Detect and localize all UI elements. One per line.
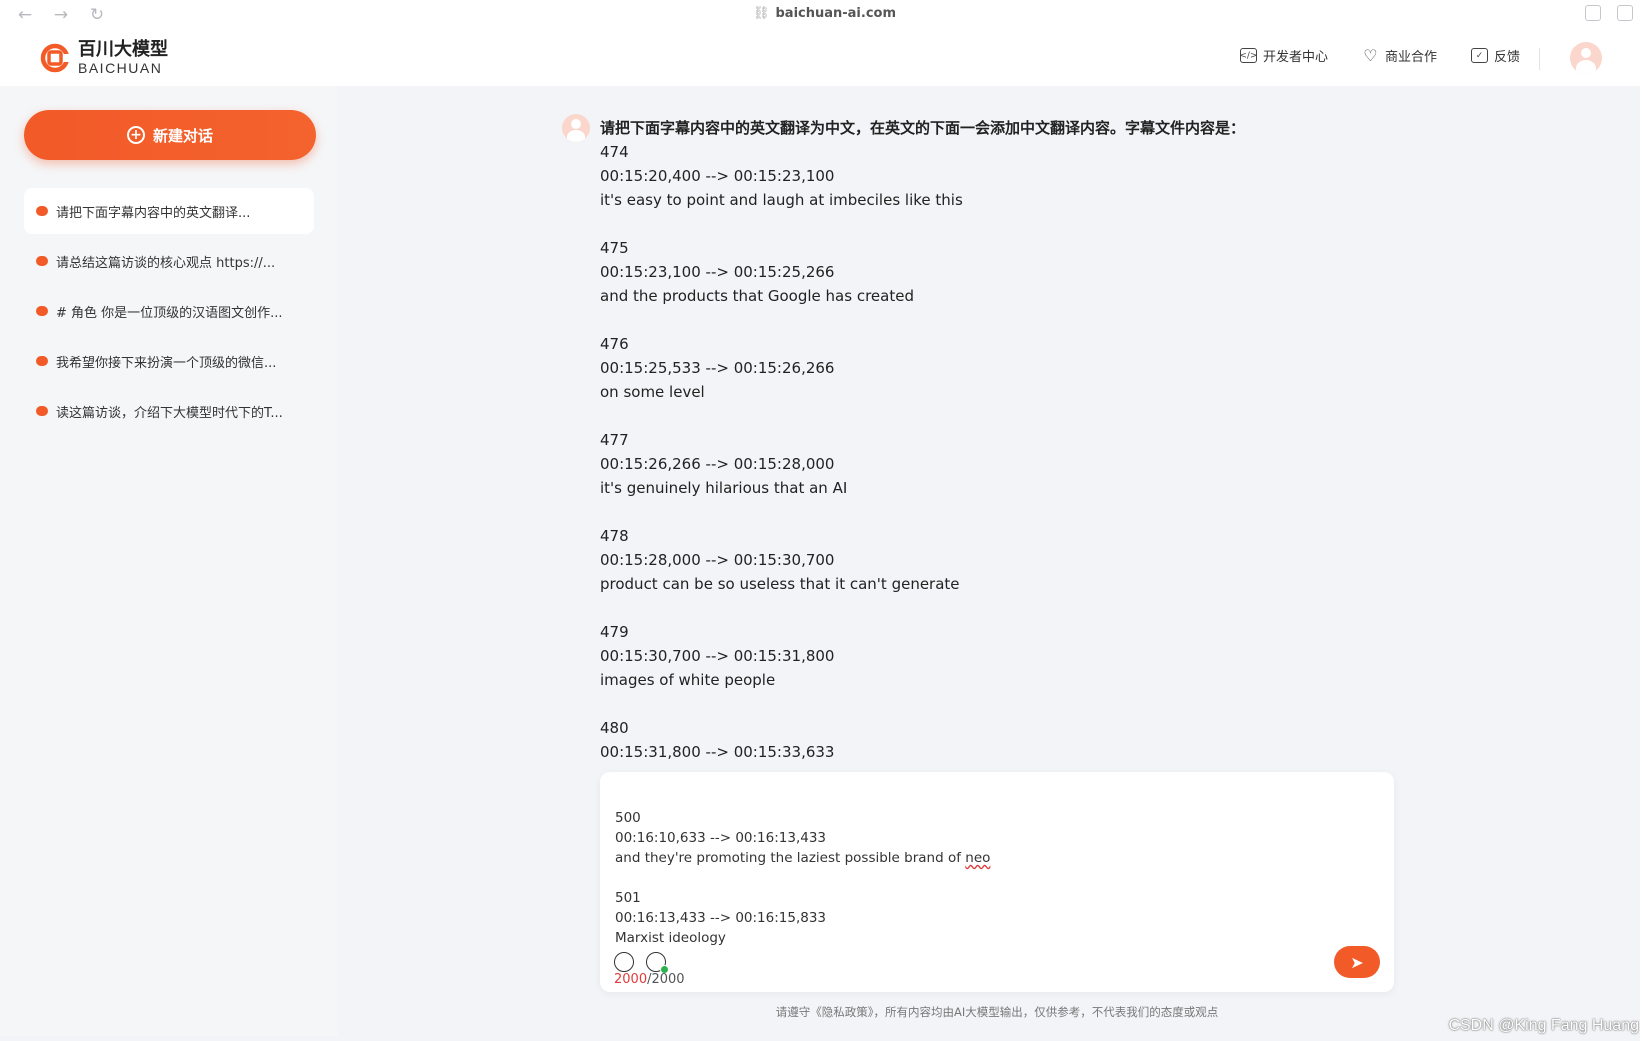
chat-bubble-icon [36, 300, 48, 316]
input-line-text: and they're promoting the laziest possib… [615, 850, 966, 866]
new-chat-button[interactable]: + 新建对话 [24, 110, 316, 160]
chat-history-list: 请把下面字幕内容中的英文翻译... 请总结这篇访谈的核心观点 https://.… [24, 188, 314, 438]
message-line: 00:15:31,800 --> 00:15:33,633 [600, 743, 835, 761]
chat-history-title: 请把下面字幕内容中的英文翻译... [56, 205, 251, 221]
message-line-gap [600, 596, 1360, 620]
message-line: it's easy to point and laugh at imbecile… [600, 191, 963, 209]
message-line: 00:15:25,533 --> 00:15:26,266 [600, 359, 835, 377]
developer-center-link[interactable]: </> 开发者中心 [1239, 46, 1328, 65]
chat-history-title: 我希望你接下来扮演一个顶级的微信... [56, 355, 277, 371]
input-line: 500 [615, 810, 641, 826]
developer-center-label: 开发者中心 [1262, 50, 1328, 65]
window-edge [1640, 0, 1649, 1041]
message-line: 00:15:28,000 --> 00:15:30,700 [600, 551, 835, 569]
business-cooperation-label: 商业合作 [1384, 50, 1437, 65]
user-avatar[interactable] [1570, 42, 1602, 74]
link-icon: ⛓ [752, 6, 770, 21]
char-counter: 2000/2000 [614, 972, 685, 987]
message-line-gap [600, 404, 1360, 428]
logo-text: 百川大模型 BAICHUAN [78, 39, 168, 77]
message-line: it's genuinely hilarious that an AI [600, 479, 848, 497]
chat-input-box[interactable]: 500 00:16:10,633 --> 00:16:13,433 and th… [600, 772, 1394, 992]
feedback-label: 反馈 [1493, 50, 1520, 65]
chat-bubble-icon [36, 400, 48, 416]
upload-icon[interactable] [614, 952, 634, 972]
heart-icon: ♡ [1363, 46, 1378, 65]
chat-history-item[interactable]: 读这篇访谈，介绍下大模型时代下的T... [24, 388, 314, 434]
input-line: 00:16:10,633 --> 00:16:13,433 [615, 830, 827, 846]
corner-watermark: CSDN @King Fang Huang [1448, 1017, 1639, 1034]
web-search-icon[interactable] [646, 952, 669, 974]
message-line: 00:15:26,266 --> 00:15:28,000 [600, 455, 835, 473]
send-button[interactable]: ➤ [1334, 946, 1380, 978]
message-line-gap [600, 692, 1360, 716]
input-line: Marxist ideology [615, 930, 726, 946]
input-line: 00:16:13,433 --> 00:16:15,833 [615, 910, 827, 926]
new-chat-label: 新建对话 [152, 126, 213, 145]
address-bar[interactable]: ⛓ baichuan-ai.com [0, 6, 1649, 21]
message-line: 00:15:30,700 --> 00:15:31,800 [600, 647, 835, 665]
business-cooperation-link[interactable]: ♡ 商业合作 [1362, 46, 1437, 65]
message-line: product can be so useless that it can't … [600, 575, 960, 593]
message-line: images of white people [600, 671, 776, 689]
logo-en: BAICHUAN [78, 60, 163, 76]
message-line-gap [600, 500, 1360, 524]
message-prompt: 请把下面字幕内容中的英文翻译为中文，在英文的下面一会添加中文翻译内容。字幕文件内… [600, 119, 1246, 137]
browser-right-controls [1585, 5, 1633, 21]
message-line: 478 [600, 527, 629, 545]
message-line-gap [600, 308, 1360, 332]
message-user-avatar [562, 114, 590, 142]
message-line-gap [600, 212, 1360, 236]
baichuan-logo-icon [40, 43, 71, 73]
chat-history-title: 读这篇访谈，介绍下大模型时代下的T... [56, 405, 283, 421]
footer-disclaimer: 请遵守《隐私政策》，所有内容均由AI大模型输出，仅供参考，不代表我们的态度或观点 [775, 1005, 1219, 1019]
sidebar: + 新建对话 请把下面字幕内容中的英文翻译... 请总结这篇访谈的核心观点 ht… [0, 86, 338, 1036]
chat-bubble-icon [36, 250, 48, 266]
mail-icon: ✓ [1470, 48, 1488, 63]
message-line: 00:15:20,400 --> 00:15:23,100 [600, 167, 835, 185]
char-count: 2000 [614, 972, 648, 987]
conversation-panel: 请把下面字幕内容中的英文翻译为中文，在英文的下面一会添加中文翻译内容。字幕文件内… [338, 86, 1640, 1036]
chat-history-item[interactable]: 我希望你接下来扮演一个顶级的微信... [24, 338, 314, 384]
chat-history-title: # 角色 你是一位顶级的汉语图文创作... [56, 305, 283, 321]
user-message: 请把下面字幕内容中的英文翻译为中文，在英文的下面一会添加中文翻译内容。字幕文件内… [600, 116, 1360, 764]
chat-bubble-icon [36, 200, 48, 216]
message-subtitle-lines: 474 00:15:20,400 --> 00:15:23,100 it's eas… [600, 140, 1360, 764]
input-line: 501 [615, 890, 641, 906]
message-line: 474 [600, 143, 629, 161]
input-line-gap [615, 868, 990, 888]
message-line: 476 [600, 335, 629, 353]
send-icon: ➤ [1350, 952, 1364, 972]
feedback-link[interactable]: ✓ 反馈 [1470, 46, 1520, 65]
input-tools [614, 952, 669, 974]
chat-history-item[interactable]: 请把下面字幕内容中的英文翻译... [24, 188, 314, 234]
misspelled-word: neo [965, 850, 991, 866]
browser-toolbar: ← → ↻ ⛓ baichuan-ai.com [0, 0, 1649, 30]
logo-cn: 百川大模型 [78, 39, 168, 60]
message-line: 479 [600, 623, 629, 641]
input-line: and they're promoting the laziest possib… [615, 848, 990, 868]
app-header: 百川大模型 BAICHUAN </> 开发者中心 ♡ 商业合作 ✓ 反馈 [0, 30, 1640, 86]
chat-bubble-icon [36, 350, 48, 366]
message-line: 477 [600, 431, 629, 449]
code-icon: </> [1239, 48, 1258, 63]
message-line: and the products that Google has created [600, 287, 914, 305]
message-line: 475 [600, 239, 629, 257]
header-divider [1539, 48, 1540, 70]
split-view-icon[interactable] [1617, 5, 1633, 21]
message-line: 00:15:23,100 --> 00:15:25,266 [600, 263, 835, 281]
chat-input-text[interactable]: 500 00:16:10,633 --> 00:16:13,433 and th… [615, 808, 990, 948]
chat-history-item[interactable]: 请总结这篇访谈的核心观点 https://... [24, 238, 314, 284]
chat-history-title: 请总结这篇访谈的核心观点 https://... [56, 255, 276, 271]
plus-circle-icon: + [126, 126, 145, 144]
message-line: 480 [600, 719, 629, 737]
logo[interactable]: 百川大模型 BAICHUAN [38, 40, 168, 76]
header-links: </> 开发者中心 ♡ 商业合作 ✓ 反馈 [1239, 46, 1520, 65]
chat-history-item[interactable]: # 角色 你是一位顶级的汉语图文创作... [24, 288, 314, 334]
reader-icon[interactable] [1585, 5, 1601, 21]
message-line: on some level [600, 383, 705, 401]
char-limit: /2000 [647, 972, 685, 987]
url-text: baichuan-ai.com [775, 6, 897, 21]
